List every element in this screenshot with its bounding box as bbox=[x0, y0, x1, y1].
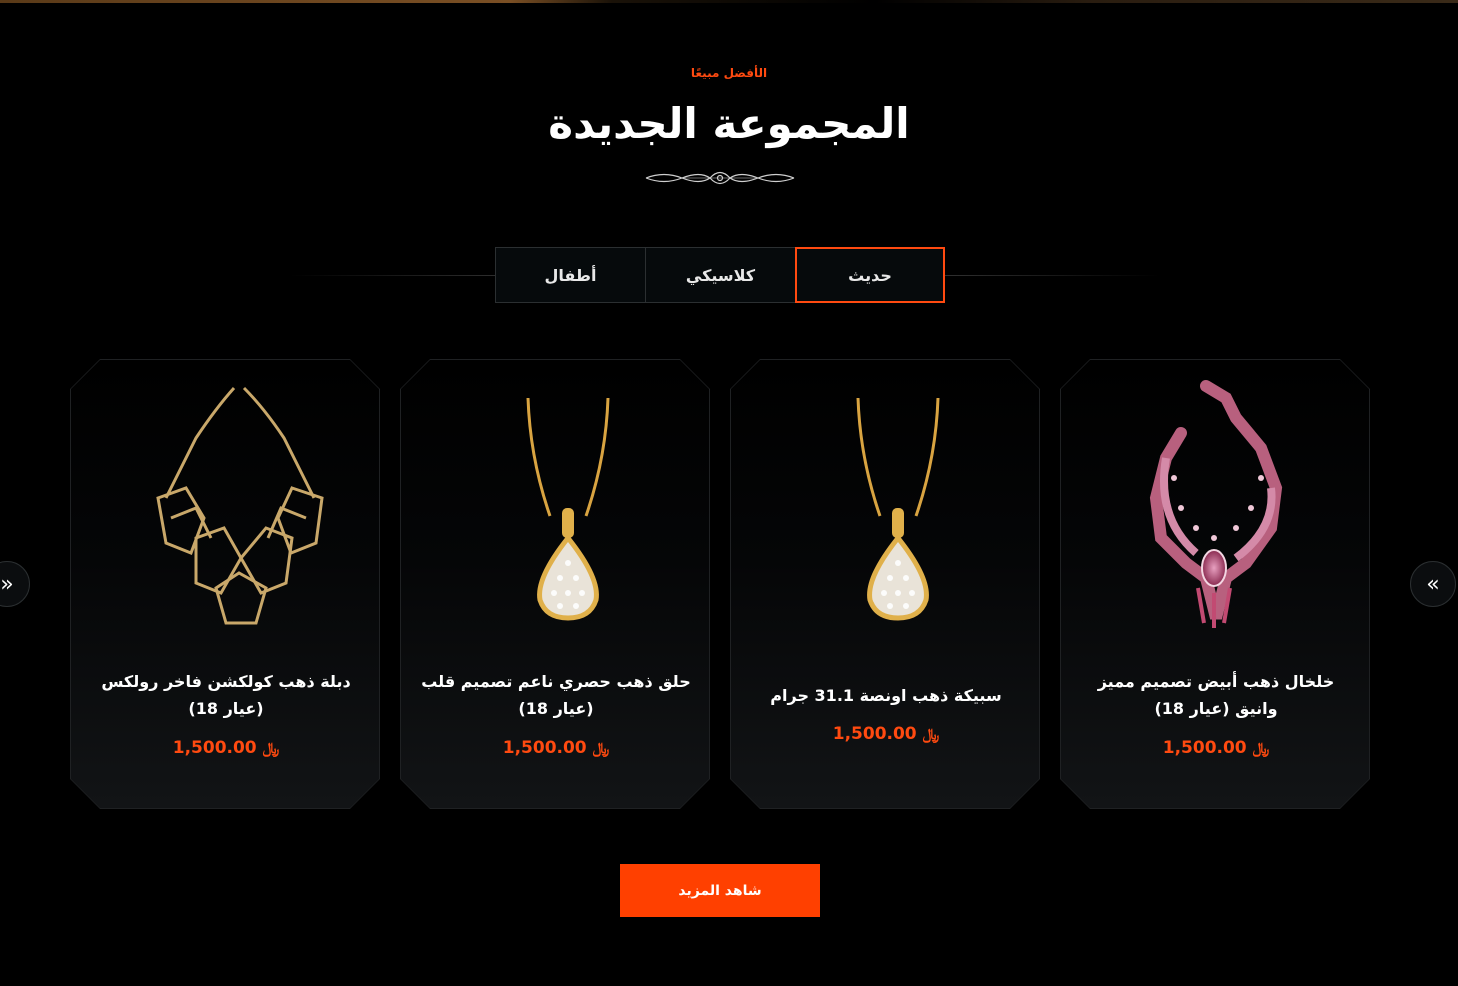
see-more-button[interactable]: شاهد المزيد bbox=[620, 864, 820, 917]
carousel-next-button[interactable]: » bbox=[1410, 561, 1456, 607]
riyal-currency-icon: ﷼ bbox=[592, 739, 610, 757]
product-section: الأفضل مبيعًا المجموعة الجديدة حديث كلاس… bbox=[0, 0, 1458, 986]
price-value: 1,500.00 bbox=[832, 724, 917, 744]
pink-gem-necklace-icon bbox=[1149, 380, 1283, 628]
product-name[interactable]: خلخال ذهب أبيض تصميم مميز وانيق (عيار 18… bbox=[1081, 668, 1351, 722]
double-chevron-right-icon: » bbox=[1426, 571, 1440, 597]
riyal-currency-icon: ﷼ bbox=[1252, 739, 1270, 757]
price-value: 1,500.00 bbox=[172, 738, 257, 758]
product-price: ﷼ 1,500.00 bbox=[751, 724, 1021, 744]
category-tabs: حديث كلاسيكي أطفال bbox=[495, 247, 945, 303]
double-chevron-left-icon: « bbox=[0, 571, 14, 597]
tab-modern[interactable]: حديث bbox=[795, 247, 945, 303]
gold-geometric-necklace-icon bbox=[156, 386, 324, 625]
product-card-earring[interactable]: حلق ذهب حصري ناعم تصميم قلب (عيار 18) ﷼ 1… bbox=[400, 359, 710, 809]
diamond-pendant-icon bbox=[856, 397, 940, 621]
riyal-currency-icon: ﷼ bbox=[922, 725, 940, 743]
product-name[interactable]: دبلة ذهب كولكشن فاخر رولكس (عيار 18) bbox=[91, 668, 361, 722]
ornament-divider-icon bbox=[645, 171, 795, 185]
product-card-gold-bar[interactable]: سبيكة ذهب اونصة 31.1 جرام ﷼ 1,500.00 bbox=[730, 359, 1040, 809]
top-decorative-strip bbox=[0, 0, 1458, 3]
tab-kids[interactable]: أطفال bbox=[495, 247, 645, 303]
price-value: 1,500.00 bbox=[502, 738, 587, 758]
product-name[interactable]: سبيكة ذهب اونصة 31.1 جرام bbox=[751, 682, 1021, 709]
diamond-pendant-icon bbox=[526, 397, 610, 621]
section-eyebrow: الأفضل مبيعًا bbox=[690, 66, 768, 80]
price-value: 1,500.00 bbox=[1162, 738, 1247, 758]
product-card-ring[interactable]: دبلة ذهب كولكشن فاخر رولكس (عيار 18) ﷼ 1,… bbox=[70, 359, 380, 809]
product-price: ﷼ 1,500.00 bbox=[91, 738, 361, 758]
product-name[interactable]: حلق ذهب حصري ناعم تصميم قلب (عيار 18) bbox=[421, 668, 691, 722]
section-title: المجموعة الجديدة bbox=[548, 99, 910, 148]
riyal-currency-icon: ﷼ bbox=[262, 739, 280, 757]
product-price: ﷼ 1,500.00 bbox=[1081, 738, 1351, 758]
tab-classic[interactable]: كلاسيكي bbox=[645, 247, 795, 303]
product-price: ﷼ 1,500.00 bbox=[421, 738, 691, 758]
product-card-anklet[interactable]: خلخال ذهب أبيض تصميم مميز وانيق (عيار 18… bbox=[1060, 359, 1370, 809]
carousel-prev-button[interactable]: « bbox=[0, 561, 30, 607]
